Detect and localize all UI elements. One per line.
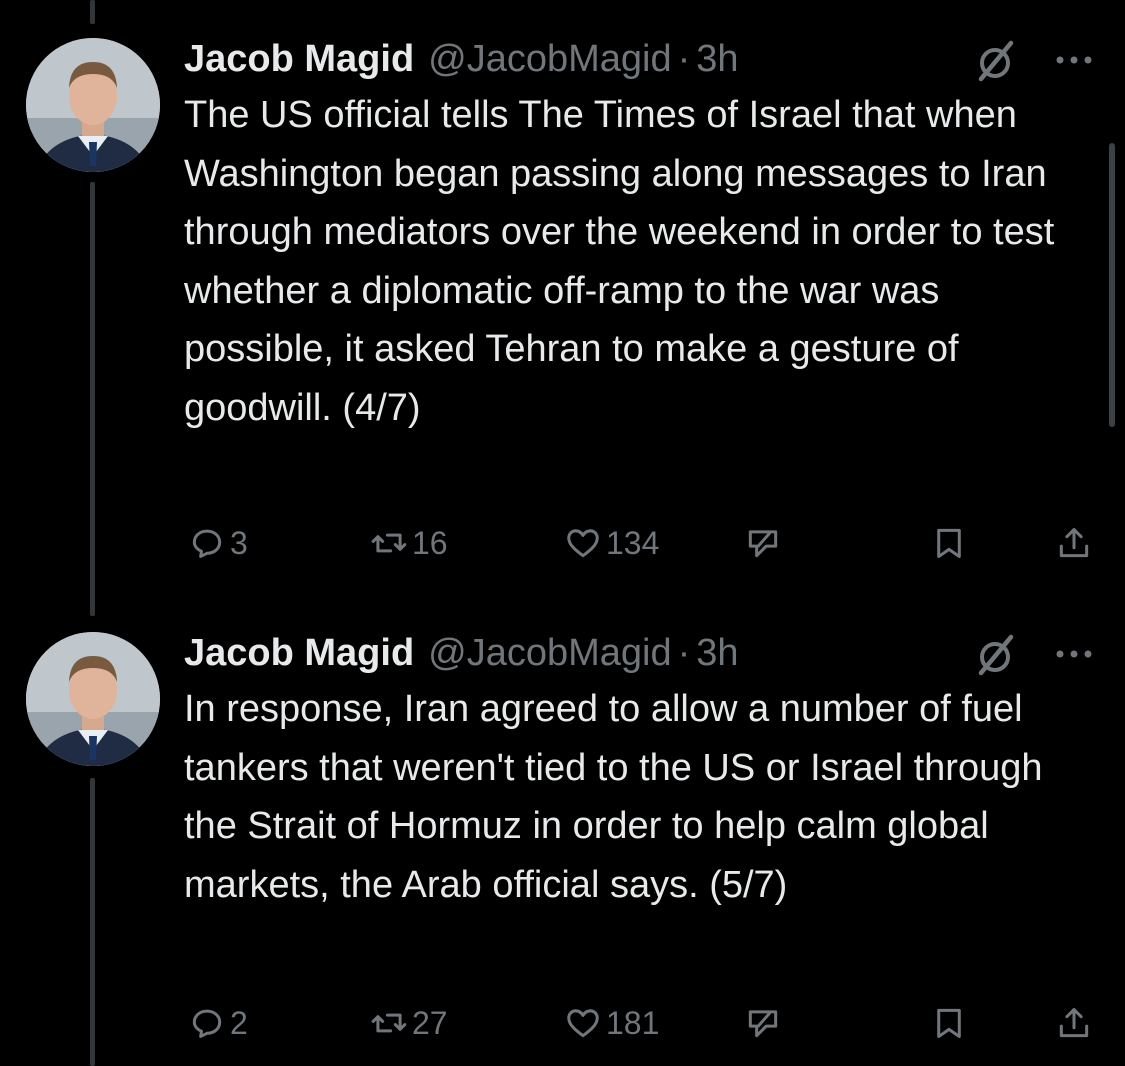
tweet-header: Jacob Magid @JacobMagid · 3h xyxy=(184,630,739,676)
action-bar: 3 16 134 xyxy=(0,518,1125,568)
share-icon xyxy=(1059,528,1089,558)
share-icon xyxy=(1059,1008,1089,1038)
tweet[interactable]: Jacob Magid @JacobMagid · 3h In response… xyxy=(0,630,1125,1066)
bookmark-button[interactable] xyxy=(930,998,968,1048)
like-button[interactable]: 181 xyxy=(564,998,659,1048)
bookmark-icon xyxy=(937,1008,961,1038)
author-name[interactable]: Jacob Magid xyxy=(184,632,414,675)
like-count: 134 xyxy=(606,524,660,561)
share-button[interactable] xyxy=(1055,518,1093,568)
avatar[interactable] xyxy=(26,38,160,172)
grok-ask-icon xyxy=(748,1010,778,1038)
repost-icon xyxy=(371,1013,407,1033)
reply-button[interactable]: 3 xyxy=(188,518,248,568)
timestamp[interactable]: 3h xyxy=(696,632,738,675)
more-icon[interactable] xyxy=(1052,642,1096,666)
bookmark-button[interactable] xyxy=(930,518,968,568)
like-icon xyxy=(567,529,599,558)
grok-ask-button[interactable] xyxy=(744,998,782,1048)
reply-icon xyxy=(192,1009,222,1038)
like-button[interactable]: 134 xyxy=(564,518,659,568)
avatar[interactable] xyxy=(26,632,160,766)
repost-count: 16 xyxy=(412,524,448,561)
tweet[interactable]: Jacob Magid @JacobMagid · 3h The US offi… xyxy=(0,36,1125,576)
reply-button[interactable]: 2 xyxy=(188,998,248,1048)
repost-count: 27 xyxy=(412,1004,448,1041)
bookmark-icon xyxy=(937,528,961,558)
like-count: 181 xyxy=(606,1004,660,1041)
reply-icon xyxy=(192,529,222,558)
timestamp[interactable]: 3h xyxy=(696,38,738,81)
grok-icon[interactable] xyxy=(972,38,1018,84)
grok-ask-icon xyxy=(748,530,778,558)
author-handle[interactable]: @JacobMagid xyxy=(428,38,671,81)
like-icon xyxy=(567,1009,599,1038)
tweet-text: The US official tells The Times of Israe… xyxy=(184,94,1055,429)
author-handle[interactable]: @JacobMagid xyxy=(428,632,671,675)
repost-button[interactable]: 16 xyxy=(370,518,448,568)
repost-icon xyxy=(371,533,407,553)
repost-button[interactable]: 27 xyxy=(370,998,448,1048)
separator-dot: · xyxy=(677,631,691,674)
tweet-header: Jacob Magid @JacobMagid · 3h xyxy=(184,36,739,82)
reply-count: 2 xyxy=(230,1004,248,1041)
grok-ask-button[interactable] xyxy=(744,518,782,568)
thread-line-top xyxy=(90,0,95,24)
action-bar: 2 27 181 xyxy=(0,998,1125,1048)
grok-icon[interactable] xyxy=(972,632,1018,678)
more-icon[interactable] xyxy=(1052,48,1096,72)
share-button[interactable] xyxy=(1055,998,1093,1048)
author-name[interactable]: Jacob Magid xyxy=(184,38,414,81)
separator-dot: · xyxy=(677,37,691,80)
reply-count: 3 xyxy=(230,524,248,561)
tweet-text: In response, Iran agreed to allow a numb… xyxy=(184,688,1043,906)
